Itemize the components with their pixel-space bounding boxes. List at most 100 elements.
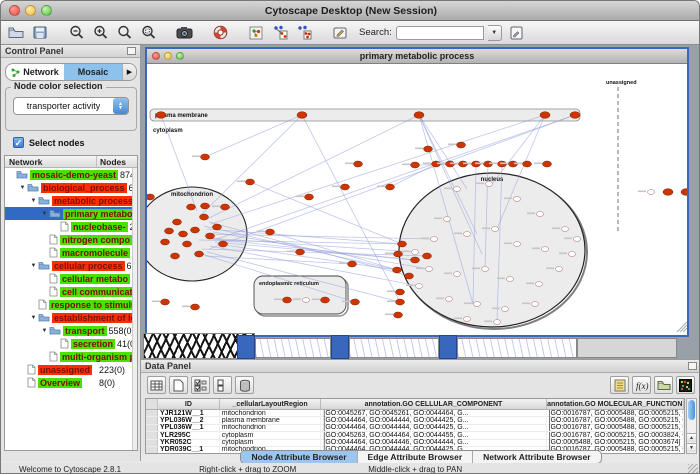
network-node[interactable]	[482, 267, 489, 272]
network-node[interactable]	[341, 184, 350, 190]
network-node[interactable]	[464, 317, 471, 322]
background-window-fragment[interactable]	[577, 338, 677, 358]
more-tabs-arrow-icon[interactable]: ▶	[122, 64, 136, 80]
expand-triangle-icon[interactable]: ▼	[40, 328, 49, 334]
network-node[interactable]	[283, 297, 292, 303]
network-node[interactable]	[396, 299, 405, 305]
open-icon[interactable]	[5, 23, 27, 43]
unselect-attributes-icon[interactable]	[213, 376, 232, 394]
tree-row[interactable]: cellular metabo209(0)	[5, 272, 137, 285]
network-node[interactable]	[183, 241, 192, 247]
background-window-fragment[interactable]	[331, 335, 349, 359]
node-color-dropdown[interactable]: transporter activity ▲▼	[13, 97, 129, 115]
tree-row[interactable]: nucleobase-209(0)	[5, 220, 137, 233]
network-node[interactable]	[179, 231, 188, 237]
network-node[interactable]	[201, 203, 210, 209]
network-window-titlebar[interactable]: primary metabolic process	[147, 49, 687, 64]
table-cell[interactable]: plasma membrane	[220, 417, 322, 424]
expand-triangle-icon[interactable]: ▼	[29, 315, 38, 321]
network-node[interactable]	[457, 142, 466, 148]
table-cell[interactable]: [GO:0016787, GO:0005215, GO:0003824, G..…	[547, 432, 684, 439]
network-node[interactable]	[195, 251, 204, 257]
tree-column-network[interactable]: Network	[5, 156, 97, 167]
background-window-fragment[interactable]	[349, 338, 439, 358]
network-node[interactable]	[219, 241, 228, 247]
network-node[interactable]	[492, 227, 499, 232]
layout1-icon[interactable]	[269, 23, 291, 43]
network-node[interactable]	[165, 228, 174, 234]
table-column-header[interactable]: ID	[158, 399, 220, 409]
table-cell[interactable]: YLR295C	[158, 432, 220, 439]
network-node[interactable]	[393, 267, 402, 273]
network-node[interactable]	[570, 112, 580, 119]
table-cell[interactable]: [GO:0045267, GO:0045261, GO:0044464, G..…	[321, 410, 546, 417]
network-node[interactable]	[414, 112, 424, 119]
select-nodes-checkbox[interactable]: ✓	[13, 137, 24, 148]
zoom-selected-icon[interactable]	[137, 23, 159, 43]
network-node[interactable]	[514, 197, 521, 202]
network-node[interactable]	[213, 224, 222, 230]
network-node[interactable]	[386, 184, 395, 190]
tree-row[interactable]: secretion41(0)	[5, 337, 137, 350]
network-node[interactable]	[426, 267, 433, 272]
minimize-window-button[interactable]	[25, 5, 36, 16]
network-node[interactable]	[206, 233, 215, 239]
network-node[interactable]	[543, 161, 552, 167]
background-window-fragment[interactable]	[237, 335, 255, 359]
network-node[interactable]	[411, 257, 420, 263]
table-cell[interactable]: [GO:0044464, GO:0044444, GO:0044425, G..…	[321, 424, 546, 431]
network-node[interactable]	[423, 253, 432, 259]
close-window-button[interactable]	[9, 5, 20, 16]
network-node[interactable]	[351, 299, 360, 305]
table-cell[interactable]: [GO:0044464, GO:0044444, GO:0044425, G..…	[321, 417, 546, 424]
network-node[interactable]	[556, 267, 563, 272]
network-node[interactable]	[574, 237, 581, 242]
table-column-header[interactable]: _cellularLayoutRegion	[220, 399, 322, 409]
network-node[interactable]	[297, 112, 307, 119]
table-cell[interactable]: cytoplasm	[220, 432, 322, 439]
table-cell[interactable]: cytoplasm	[220, 439, 322, 446]
zoom-in-icon[interactable]	[89, 23, 111, 43]
network-node[interactable]	[532, 302, 539, 307]
function-builder-icon[interactable]: f(x)	[632, 376, 651, 394]
network-node[interactable]	[394, 312, 403, 318]
tree-row[interactable]: ▼biological_process651(0)	[5, 181, 137, 194]
network-node[interactable]	[424, 146, 433, 152]
resize-grip[interactable]	[688, 464, 698, 474]
tab-mosaic[interactable]: Mosaic	[64, 64, 122, 80]
network-node[interactable]	[354, 161, 363, 167]
tree-row[interactable]: macromolecule311(0)	[5, 246, 137, 259]
network-node[interactable]	[507, 277, 514, 282]
table-cell[interactable]: [GO:0045263, GO:0044464, GO:0044455, G..…	[321, 432, 546, 439]
search-input[interactable]	[396, 26, 484, 40]
float-panel-icon[interactable]	[688, 362, 697, 370]
table-cell[interactable]: [GO:0005488, GO:0005215, GO:0003674]	[547, 439, 684, 446]
network-node[interactable]	[296, 249, 305, 255]
network-node[interactable]	[305, 194, 314, 200]
network-canvas[interactable]: plasma membranecytoplasmmitochondrionnuc…	[147, 64, 687, 335]
tab-network[interactable]: Network	[6, 64, 64, 80]
zoom-window-button[interactable]	[41, 5, 52, 16]
network-node[interactable]	[537, 212, 544, 217]
expand-triangle-icon[interactable]: ▼	[29, 198, 38, 204]
zoom-fit-icon[interactable]	[113, 23, 135, 43]
network-node[interactable]	[431, 237, 438, 242]
network-node[interactable]	[562, 227, 569, 232]
network-node[interactable]	[161, 299, 170, 305]
minimize-network-button[interactable]	[164, 52, 172, 60]
network-node[interactable]	[187, 204, 196, 210]
network-node[interactable]	[464, 232, 471, 237]
network-node[interactable]	[474, 302, 481, 307]
expand-triangle-icon[interactable]: ▼	[18, 185, 27, 191]
background-window-fragment[interactable]	[439, 335, 457, 359]
annotation-icon[interactable]	[329, 23, 351, 43]
region-plasma-membrane[interactable]	[150, 109, 580, 121]
network-node[interactable]	[348, 261, 357, 267]
tree-row[interactable]: ▼metabolic process280(0)	[5, 194, 137, 207]
network-edge[interactable]	[207, 115, 419, 219]
table-column-header[interactable]: annotation.GO CELLULAR_COMPONENT	[321, 399, 546, 409]
network-node[interactable]	[569, 252, 576, 257]
tree-row[interactable]: multi-organism pro42(0)	[5, 350, 137, 363]
zoom-network-button[interactable]	[176, 52, 184, 60]
float-panel-icon[interactable]	[127, 47, 136, 55]
